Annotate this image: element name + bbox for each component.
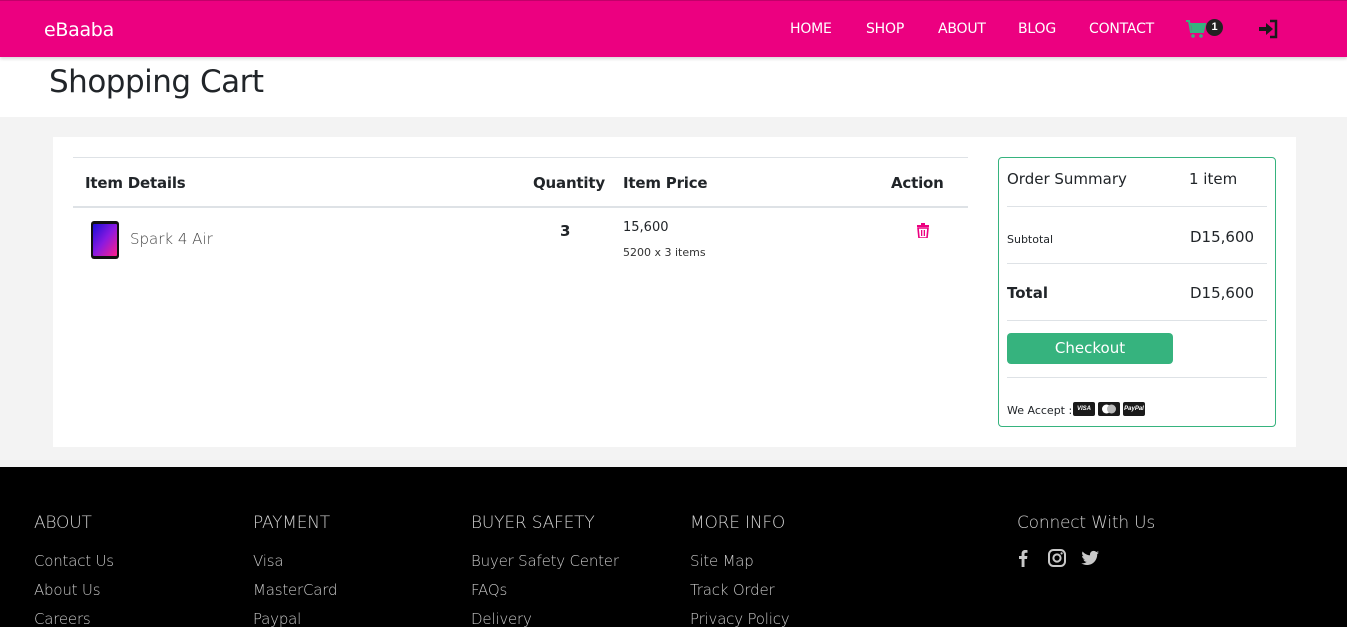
table-header-divider xyxy=(73,206,968,208)
footer-link-privacy-policy[interactable]: Privacy Policy xyxy=(690,610,790,627)
footer-link-careers[interactable]: Careers xyxy=(34,610,91,627)
subtotal-label: Subtotal xyxy=(1007,233,1054,246)
footer-heading-more-info: MORE INFO xyxy=(690,513,786,533)
checkout-button[interactable]: Checkout xyxy=(1007,333,1173,364)
mastercard-icon xyxy=(1102,404,1116,414)
footer-link-faqs[interactable]: FAQs xyxy=(471,581,507,599)
total-value: D15,600 xyxy=(1190,284,1255,302)
footer-link-paypal[interactable]: Paypal xyxy=(253,610,301,627)
footer-heading-connect: Connect With Us xyxy=(1017,513,1155,533)
footer-link-delivery[interactable]: Delivery xyxy=(471,610,532,627)
cart-count-badge: 1 xyxy=(1206,19,1223,36)
we-accept-label: We Accept : xyxy=(1007,404,1073,417)
product-quantity: 3 xyxy=(560,222,571,240)
footer-link-visa[interactable]: Visa xyxy=(253,552,284,570)
total-label: Total xyxy=(1007,284,1048,302)
nav-blog[interactable]: BLOG xyxy=(1018,21,1056,37)
footer-heading-payment: PAYMENT xyxy=(253,513,330,533)
site-footer xyxy=(0,467,1347,627)
nav-contact[interactable]: CONTACT xyxy=(1089,21,1154,37)
brand-logo[interactable]: eBaaba xyxy=(44,19,114,41)
footer-heading-buyer-safety: BUYER SAFETY xyxy=(471,513,595,533)
footer-link-track-order[interactable]: Track Order xyxy=(690,581,775,599)
header-item-price: Item Price xyxy=(623,174,708,192)
footer-link-about-us[interactable]: About Us xyxy=(34,581,101,599)
footer-heading-about: ABOUT xyxy=(34,513,92,533)
product-price-detail: 5200 x 3 items xyxy=(623,246,706,259)
header-item-details: Item Details xyxy=(85,174,186,192)
trash-icon[interactable] xyxy=(916,223,930,238)
summary-divider xyxy=(1007,320,1267,321)
order-summary-title: Order Summary xyxy=(1007,170,1127,188)
header-action: Action xyxy=(891,174,944,192)
sign-in-icon[interactable] xyxy=(1258,19,1278,39)
header-quantity: Quantity xyxy=(533,174,605,192)
facebook-icon[interactable] xyxy=(1013,548,1033,568)
top-navbar: eBaaba HOME SHOP ABOUT BLOG CONTACT 1 xyxy=(0,0,1347,57)
order-item-count: 1 item xyxy=(1189,170,1238,188)
product-price: 15,600 xyxy=(623,220,669,235)
twitter-icon[interactable] xyxy=(1080,548,1100,568)
summary-divider xyxy=(1007,263,1267,264)
table-top-border xyxy=(73,157,968,158)
instagram-icon[interactable] xyxy=(1047,548,1067,568)
subtotal-value: D15,600 xyxy=(1190,228,1255,246)
shopping-cart-icon[interactable] xyxy=(1185,19,1207,39)
nav-about[interactable]: ABOUT xyxy=(938,21,986,37)
footer-link-mastercard[interactable]: MasterCard xyxy=(253,581,338,599)
summary-divider xyxy=(1007,377,1267,378)
footer-link-buyer-safety-center[interactable]: Buyer Safety Center xyxy=(471,552,619,570)
summary-divider xyxy=(1007,206,1267,207)
mastercard-card-icon xyxy=(1098,402,1120,416)
nav-home[interactable]: HOME xyxy=(790,21,832,37)
footer-link-site-map[interactable]: Site Map xyxy=(690,552,754,570)
product-image[interactable] xyxy=(89,220,121,260)
page-title: Shopping Cart xyxy=(49,64,264,100)
product-name[interactable]: Spark 4 Air xyxy=(130,230,213,248)
paypal-card-icon: PayPal xyxy=(1123,402,1145,416)
visa-card-icon: VISA xyxy=(1073,402,1095,416)
footer-link-contact-us[interactable]: Contact Us xyxy=(34,552,114,570)
nav-shop[interactable]: SHOP xyxy=(866,21,904,37)
